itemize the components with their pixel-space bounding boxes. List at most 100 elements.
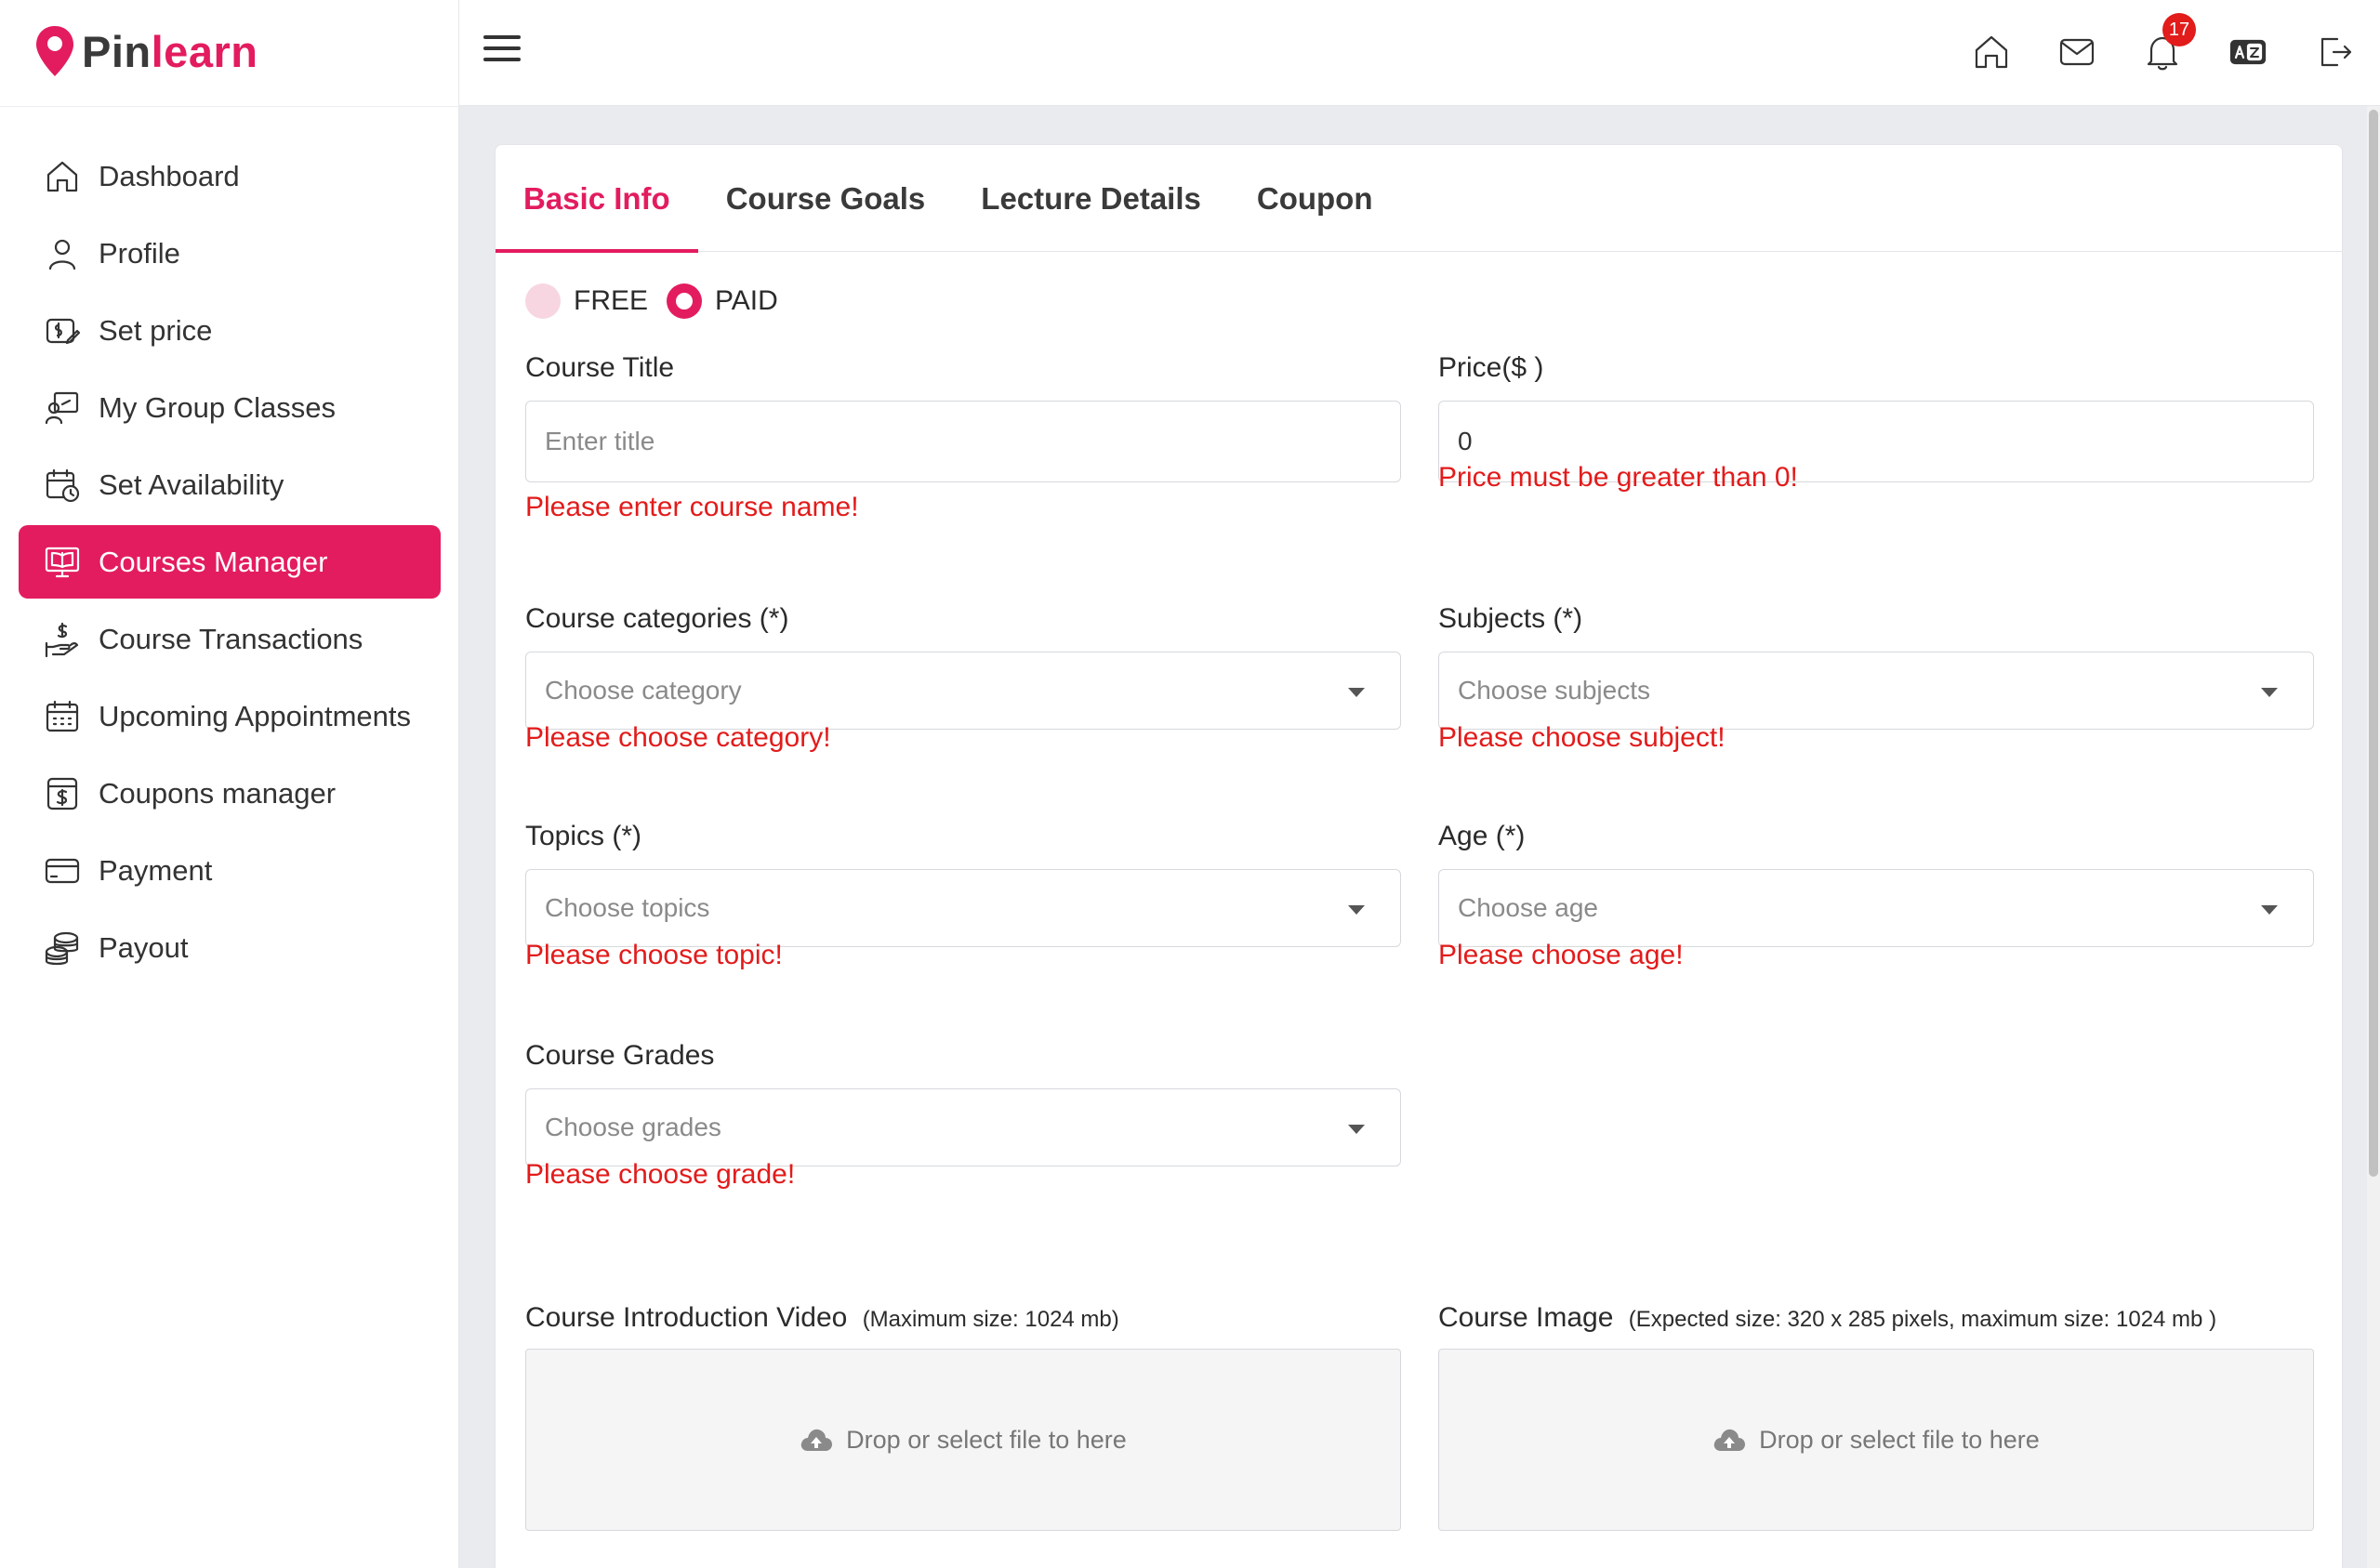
paid-radio-label[interactable]: PAID bbox=[715, 285, 778, 317]
coins-icon bbox=[43, 929, 82, 968]
sidebar-item-set-availability[interactable]: Set Availability bbox=[19, 448, 441, 521]
age-error: Please choose age! bbox=[1438, 940, 1684, 970]
page-scrollbar-thumb[interactable] bbox=[2369, 110, 2378, 1177]
home-icon[interactable] bbox=[1964, 24, 2019, 80]
age-field: Age (*) Choose age Please choose age! bbox=[1438, 821, 2314, 970]
intro-video-label: Course Introduction Video (Maximum size:… bbox=[525, 1302, 1401, 1334]
course-image-field: Course Image (Expected size: 320 x 285 p… bbox=[1438, 1302, 2314, 1531]
sidebar-item-my-group-classes[interactable]: My Group Classes bbox=[19, 371, 441, 444]
course-editor-card: Basic Info Course Goals Lecture Details … bbox=[495, 144, 2343, 1568]
price-field: Price($ ) 0 Price must be greater than 0… bbox=[1438, 352, 2314, 493]
logo-text-learn: learn bbox=[151, 26, 258, 76]
sidebar-item-label: Set price bbox=[99, 313, 213, 347]
topics-label: Topics (*) bbox=[525, 821, 642, 851]
tab-course-goals[interactable]: Course Goals bbox=[698, 145, 954, 252]
categories-select[interactable]: Choose category bbox=[525, 652, 1401, 730]
intro-video-label-text: Course Introduction Video bbox=[525, 1302, 848, 1333]
tab-coupon[interactable]: Coupon bbox=[1229, 145, 1401, 252]
logo-text-pin: Pin bbox=[82, 26, 152, 76]
course-image-label: Course Image (Expected size: 320 x 285 p… bbox=[1438, 1302, 2314, 1334]
topics-placeholder: Choose topics bbox=[545, 893, 710, 922]
grades-placeholder: Choose grades bbox=[545, 1113, 721, 1141]
course-tabs: Basic Info Course Goals Lecture Details … bbox=[496, 145, 2342, 253]
chevron-down-icon bbox=[2261, 688, 2278, 697]
chevron-down-icon bbox=[1348, 1125, 1365, 1134]
logout-icon[interactable] bbox=[2306, 24, 2361, 80]
chevron-down-icon bbox=[1348, 905, 1365, 915]
intro-video-field: Course Introduction Video (Maximum size:… bbox=[525, 1302, 1401, 1531]
tab-basic-info[interactable]: Basic Info bbox=[496, 145, 698, 253]
calendar-icon bbox=[43, 697, 82, 736]
sidebar-item-label: Courses Manager bbox=[99, 545, 328, 578]
grades-error: Please choose grade! bbox=[525, 1159, 796, 1190]
notification-badge: 17 bbox=[2162, 13, 2196, 46]
sidebar: Pinlearn Dashboard Profile Set price My … bbox=[0, 0, 459, 1568]
age-select[interactable]: Choose age bbox=[1438, 869, 2314, 947]
intro-video-hint: (Maximum size: 1024 mb) bbox=[862, 1307, 1119, 1332]
course-image-label-text: Course Image bbox=[1438, 1302, 1614, 1333]
book-screen-icon bbox=[43, 543, 82, 582]
sidebar-item-profile[interactable]: Profile bbox=[19, 217, 441, 290]
categories-field: Course categories (*) Choose category Pl… bbox=[525, 603, 1401, 753]
sidebar-item-label: Set Availability bbox=[99, 468, 284, 501]
course-title-error: Please enter course name! bbox=[525, 492, 859, 522]
cloud-upload-icon bbox=[800, 1429, 833, 1451]
sidebar-item-course-transactions[interactable]: Course Transactions bbox=[19, 602, 441, 676]
sidebar-item-set-price[interactable]: Set price bbox=[19, 294, 441, 367]
sidebar-item-label: Profile bbox=[99, 236, 180, 270]
sidebar-item-label: My Group Classes bbox=[99, 390, 336, 424]
sidebar-divider bbox=[0, 106, 459, 107]
cloud-upload-icon bbox=[1713, 1429, 1746, 1451]
header-actions: 17 bbox=[1934, 13, 2380, 80]
location-pin-icon bbox=[36, 26, 73, 76]
translate-icon[interactable] bbox=[2220, 24, 2276, 80]
sidebar-item-payout[interactable]: Payout bbox=[19, 911, 441, 984]
price-label: Price($ ) bbox=[1438, 352, 1544, 383]
topics-field: Topics (*) Choose topics Please choose t… bbox=[525, 821, 1401, 970]
course-image-drop-text: Drop or select file to here bbox=[1759, 1425, 2040, 1454]
topics-error: Please choose topic! bbox=[525, 940, 783, 970]
free-radio[interactable] bbox=[525, 283, 561, 319]
grades-select[interactable]: Choose grades bbox=[525, 1088, 1401, 1166]
sidebar-item-courses-manager[interactable]: Courses Manager bbox=[19, 525, 441, 599]
chevron-down-icon bbox=[2261, 905, 2278, 915]
sidebar-item-dashboard[interactable]: Dashboard bbox=[19, 139, 441, 213]
calendar-clock-icon bbox=[43, 466, 82, 505]
sidebar-item-label: Course Transactions bbox=[99, 622, 364, 655]
course-image-dropzone[interactable]: Drop or select file to here bbox=[1438, 1349, 2314, 1531]
paid-radio[interactable] bbox=[667, 283, 703, 319]
intro-video-drop-text: Drop or select file to here bbox=[846, 1425, 1127, 1454]
topics-select[interactable]: Choose topics bbox=[525, 869, 1401, 947]
course-title-label: Course Title bbox=[525, 352, 675, 383]
home-icon bbox=[43, 157, 82, 196]
sidebar-item-label: Dashboard bbox=[99, 159, 240, 192]
sidebar-item-label: Upcoming Appointments bbox=[99, 699, 412, 732]
subjects-label: Subjects (*) bbox=[1438, 603, 1583, 634]
hamburger-menu-icon[interactable] bbox=[483, 35, 521, 69]
user-icon bbox=[43, 234, 82, 273]
tab-lecture-details[interactable]: Lecture Details bbox=[953, 145, 1229, 252]
subjects-select[interactable]: Choose subjects bbox=[1438, 652, 2314, 730]
mail-icon[interactable] bbox=[2049, 24, 2105, 80]
course-title-input[interactable]: Enter title bbox=[525, 401, 1401, 482]
categories-error: Please choose category! bbox=[525, 722, 831, 753]
sidebar-item-upcoming-appointments[interactable]: Upcoming Appointments bbox=[19, 679, 441, 753]
categories-label: Course categories (*) bbox=[525, 603, 789, 634]
sidebar-item-label: Coupons manager bbox=[99, 776, 337, 810]
top-header: 17 bbox=[459, 0, 2380, 106]
course-image-hint: (Expected size: 320 x 285 pixels, maximu… bbox=[1628, 1307, 2217, 1332]
sidebar-item-label: Payment bbox=[99, 853, 213, 887]
price-tag-icon bbox=[43, 311, 82, 350]
subjects-error: Please choose subject! bbox=[1438, 722, 1726, 753]
sidebar-item-payment[interactable]: Payment bbox=[19, 834, 441, 907]
pinlearn-logo[interactable]: Pinlearn bbox=[33, 19, 258, 84]
subjects-field: Subjects (*) Choose subjects Please choo… bbox=[1438, 603, 2314, 753]
bell-icon[interactable]: 17 bbox=[2135, 13, 2196, 80]
grades-label: Course Grades bbox=[525, 1040, 715, 1071]
intro-video-dropzone[interactable]: Drop or select file to here bbox=[525, 1349, 1401, 1531]
sidebar-item-label: Payout bbox=[99, 930, 189, 964]
grades-field: Course Grades Choose grades Please choos… bbox=[525, 1040, 1401, 1190]
sidebar-item-coupons-manager[interactable]: Coupons manager bbox=[19, 757, 441, 830]
free-radio-label[interactable]: FREE bbox=[574, 285, 648, 317]
subjects-placeholder: Choose subjects bbox=[1458, 676, 1651, 705]
